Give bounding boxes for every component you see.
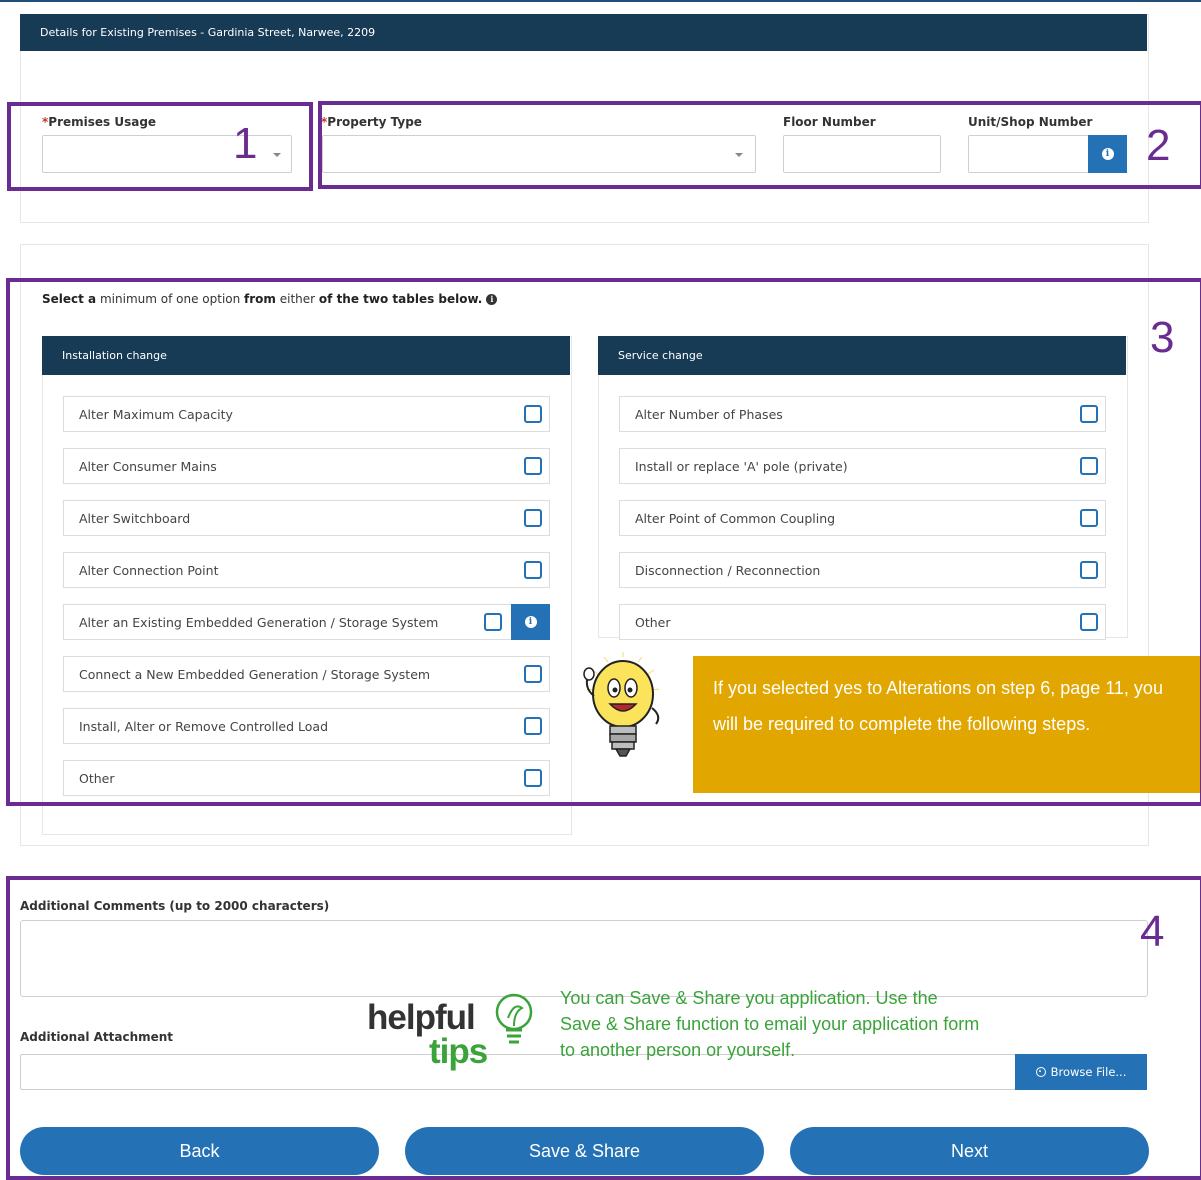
annotation-box-4 — [6, 876, 1201, 1180]
annotation-number-1: 1 — [233, 119, 258, 168]
annotation-box-3 — [6, 278, 1201, 806]
annotation-box-2 — [318, 101, 1201, 189]
top-accent-line — [0, 0, 1201, 2]
premises-header: Details for Existing Premises - Gardinia… — [20, 14, 1147, 51]
page-title: Details for Existing Premises - Gardinia… — [40, 26, 376, 39]
annotation-number-3: 3 — [1150, 313, 1175, 362]
annotation-number-4: 4 — [1140, 907, 1165, 956]
annotation-number-2: 2 — [1146, 121, 1171, 170]
annotation-box-1 — [7, 102, 313, 191]
